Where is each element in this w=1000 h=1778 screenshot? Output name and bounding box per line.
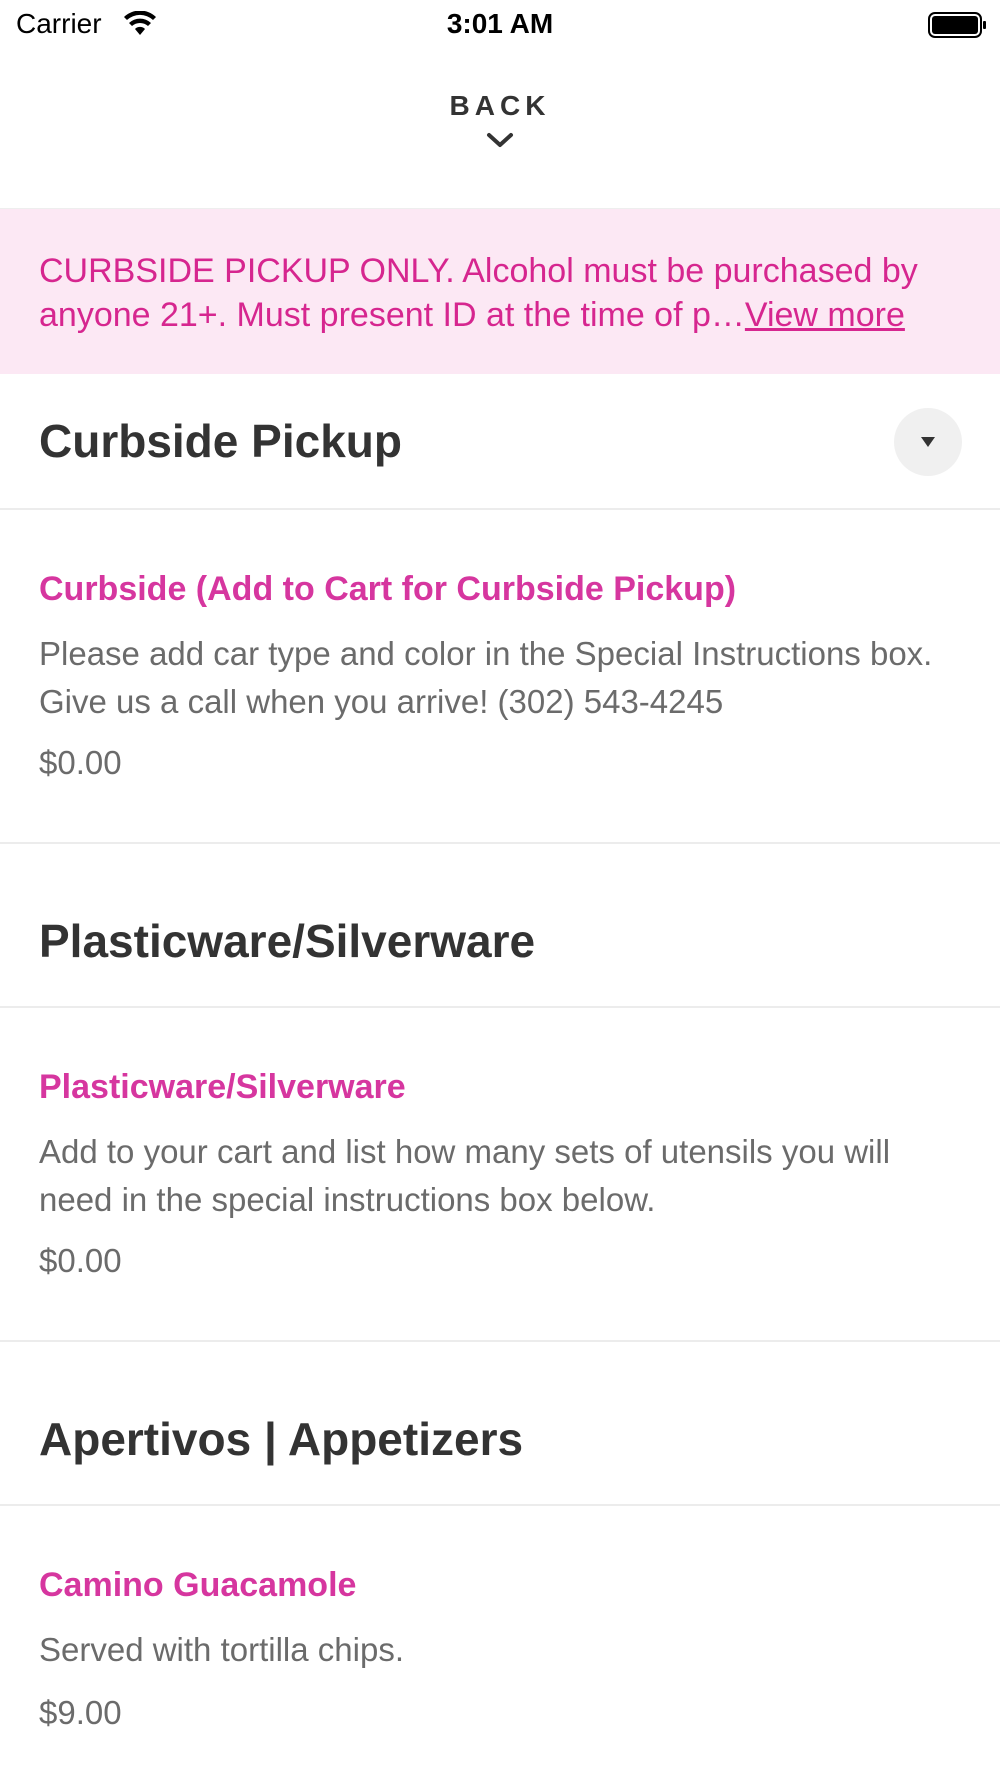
- item-price: $0.00: [39, 744, 122, 781]
- banner-line-1: CURBSIDE PICKUP ONLY. Alcohol must be pu…: [39, 252, 918, 290]
- collapse-toggle-button[interactable]: [894, 408, 962, 476]
- back-label: BACK: [449, 90, 551, 121]
- item-description: Please add car type and color in the Spe…: [39, 635, 933, 720]
- chevron-down-icon: [487, 133, 513, 147]
- section-title: Apertivos | Appetizers: [39, 1413, 524, 1465]
- view-more-link[interactable]: View more: [745, 296, 905, 334]
- section-header-plasticware: Plasticware/Silverware: [0, 844, 1000, 1008]
- status-bar: Carrier 3:01 AM: [0, 0, 1000, 50]
- menu-item-curbside[interactable]: Curbside (Add to Cart for Curbside Picku…: [0, 510, 1000, 844]
- section-title: Curbside Pickup: [39, 415, 402, 467]
- back-button[interactable]: BACK: [0, 90, 1000, 150]
- banner-line-2: anyone 21+. Must present ID at the time …: [39, 293, 960, 337]
- dropdown-triangle-icon: [921, 437, 935, 447]
- item-name: Plasticware/Silverware: [39, 1068, 406, 1106]
- section-header-appetizers: Apertivos | Appetizers: [0, 1342, 1000, 1506]
- section-header-curbside-pickup[interactable]: Curbside Pickup: [0, 374, 1000, 510]
- menu-item-plasticware[interactable]: Plasticware/Silverware Add to your cart …: [0, 1008, 1000, 1342]
- item-price: $0.00: [39, 1242, 122, 1279]
- banner-line-2-text: anyone 21+. Must present ID at the time …: [39, 296, 745, 334]
- menu-item-camino-guacamole[interactable]: Camino Guacamole Served with tortilla ch…: [0, 1506, 1000, 1778]
- status-time: 3:01 AM: [446, 8, 554, 39]
- item-name: Camino Guacamole: [39, 1566, 357, 1604]
- alcohol-notice-banner: CURBSIDE PICKUP ONLY. Alcohol must be pu…: [0, 208, 1000, 374]
- item-description: Add to your cart and list how many sets …: [39, 1133, 891, 1218]
- battery-icon: [928, 12, 986, 38]
- section-title: Plasticware/Silverware: [39, 915, 536, 967]
- item-description: Served with tortilla chips.: [39, 1631, 404, 1668]
- item-price: $9.00: [39, 1694, 122, 1731]
- item-name: Curbside (Add to Cart for Curbside Picku…: [39, 570, 737, 608]
